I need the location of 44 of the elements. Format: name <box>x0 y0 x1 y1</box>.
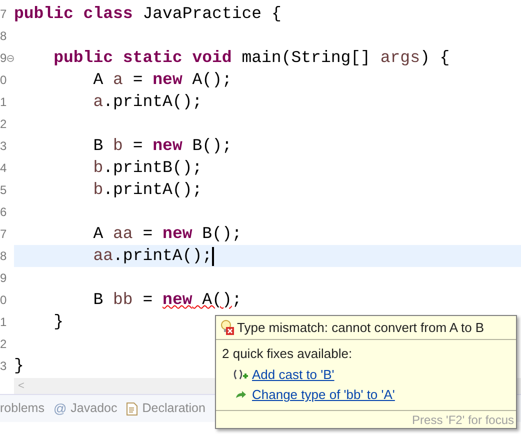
code-line: public static void main(String[] args) { <box>54 46 450 69</box>
line-number: 9 <box>0 272 7 284</box>
scroll-left-icon[interactable]: < <box>18 378 24 394</box>
code-line: b.printA(); <box>93 178 202 201</box>
line-number: 9 <box>0 52 7 64</box>
panel-tab[interactable]: roblems <box>0 399 44 418</box>
panel-tab[interactable]: Declaration <box>126 399 206 418</box>
document-icon <box>126 402 138 416</box>
text-cursor <box>212 246 214 266</box>
focus-hint: Press 'F2' for focus <box>412 412 514 428</box>
code-line: } <box>54 310 64 333</box>
code-line: } <box>14 354 24 377</box>
line-number: 2 <box>0 118 7 130</box>
code-line: aa.printA(); <box>93 244 212 267</box>
line-number: 6 <box>0 206 7 218</box>
line-number: 0 <box>0 294 7 306</box>
line-number: 8 <box>0 250 7 262</box>
line-number: 7 <box>0 8 7 20</box>
code-line: public class JavaPractice { <box>14 2 282 25</box>
code-line: A a = new A(); <box>93 68 232 91</box>
line-number: 8 <box>0 30 7 42</box>
error-message: Type mismatch: cannot convert from A to B <box>237 318 484 337</box>
code-line: A aa = new B(); <box>93 222 242 245</box>
at-sign-icon: @ <box>53 398 67 418</box>
line-number: 1 <box>0 316 7 328</box>
fixes-summary: 2 quick fixes available: <box>222 345 354 364</box>
panel-tab[interactable]: @ Javadoc <box>53 398 118 418</box>
line-number: 1 <box>0 96 7 108</box>
fold-icon[interactable] <box>6 54 14 62</box>
line-number: 2 <box>0 338 7 350</box>
error-bulb-icon <box>220 320 234 335</box>
line-number: 3 <box>0 140 7 152</box>
code-line: a.printA(); <box>93 90 202 113</box>
code-line: B b = new B(); <box>93 134 232 157</box>
line-number: 0 <box>0 74 7 86</box>
cast-plus-icon <box>232 368 248 382</box>
line-number: 5 <box>0 184 7 196</box>
line-number: 3 <box>0 360 7 372</box>
code-line: B bb = new A(); <box>93 288 242 311</box>
code-line: b.printB(); <box>93 156 202 179</box>
quick-fix-link[interactable]: Change type of 'bb' to 'A' <box>252 385 395 405</box>
quick-fix-link[interactable]: Add cast to 'B' <box>252 365 334 385</box>
line-number: 4 <box>0 162 7 174</box>
line-number: 7 <box>0 228 7 240</box>
